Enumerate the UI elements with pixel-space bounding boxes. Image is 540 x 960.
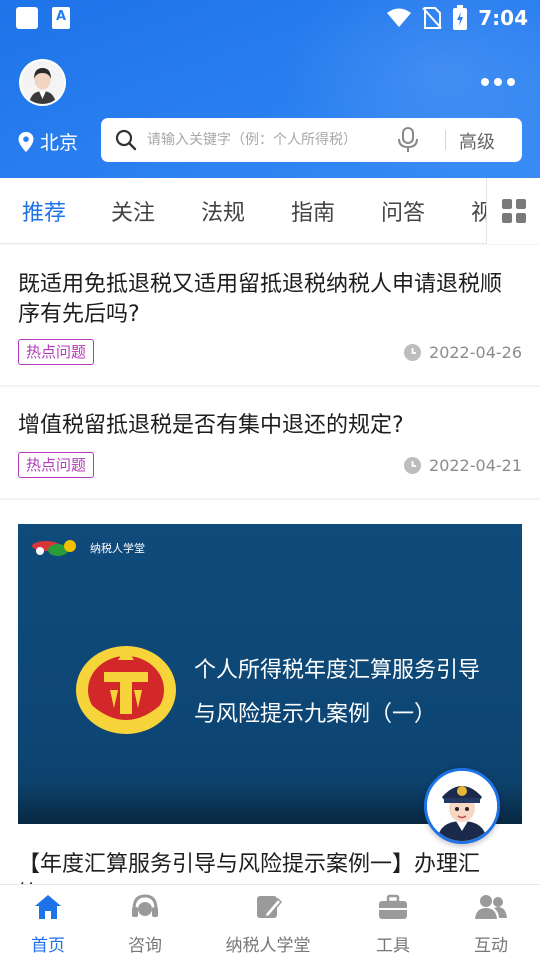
- tab-qa[interactable]: 问答: [381, 195, 425, 227]
- city-selector[interactable]: 北京: [18, 128, 78, 155]
- tab-guide[interactable]: 指南: [291, 195, 335, 227]
- date-text: 2022-04-26: [429, 343, 522, 362]
- brand-logo-icon: [32, 540, 76, 556]
- date-text: 2022-04-21: [429, 456, 522, 475]
- nav-tools-label: 工具: [376, 936, 410, 956]
- search-bar: 高级: [101, 118, 522, 162]
- hot-topic-tag: 热点问题: [18, 339, 95, 365]
- tab-video[interactable]: 视: [471, 195, 486, 227]
- hot-topic-tag: 热点问题: [18, 452, 95, 478]
- article-title[interactable]: 既适用免抵退税又适用留抵退税纳税人申请退税顺序有先后吗?: [18, 270, 522, 330]
- nav-interact-label: 互动: [474, 936, 508, 956]
- grid-icon: [501, 199, 526, 223]
- header: A 7:04 北京 请输入关键字（例：个人所得税） 高级: [0, 0, 540, 178]
- status-time: 7:04: [478, 6, 528, 30]
- more-options-button[interactable]: [478, 70, 518, 94]
- nav-tools[interactable]: 工具: [339, 891, 447, 956]
- list-item[interactable]: 既适用免抵退税又适用留抵退税纳税人申请退税顺序有先后吗? 热点问题 2022-0…: [0, 245, 540, 385]
- nav-home[interactable]: 首页: [0, 891, 102, 956]
- list-item[interactable]: 增值税留抵退税是否有集中退还的规定? 热点问题 2022-04-21: [0, 387, 540, 498]
- status-bar: A 7:04: [0, 0, 540, 36]
- wifi-icon: [387, 8, 412, 27]
- category-tabs: 推荐 关注 法规 指南 问答 视: [0, 178, 540, 244]
- tab-follow[interactable]: 关注: [111, 195, 155, 227]
- tab-recommend[interactable]: 推荐: [22, 195, 66, 227]
- slide-title-line2: 与风险提示九案例（一）: [194, 702, 437, 727]
- bottom-navigation: 首页 咨询 纳税人学堂 工具 互动: [0, 884, 540, 960]
- article-date: 2022-04-21: [404, 456, 522, 475]
- location-pin-icon: [18, 131, 34, 152]
- tab-regulations[interactable]: 法规: [201, 195, 245, 227]
- nav-home-label: 首页: [31, 936, 65, 956]
- tax-officer-avatar-icon: [427, 771, 497, 841]
- search-input[interactable]: [147, 132, 347, 148]
- article-date: 2022-04-26: [404, 343, 522, 362]
- user-avatar-icon: [21, 61, 64, 104]
- assistant-float-button[interactable]: [424, 768, 500, 844]
- edit-icon: [257, 896, 282, 919]
- tax-emblem-icon: [76, 646, 176, 734]
- clock-icon: [404, 457, 422, 474]
- battery-charging-icon: [453, 5, 468, 30]
- avatar[interactable]: [19, 59, 66, 106]
- notification-a-icon: A: [52, 7, 70, 29]
- microphone-icon[interactable]: [397, 127, 419, 153]
- nav-consult[interactable]: 咨询: [91, 891, 199, 956]
- brand-text: 纳税人学堂: [90, 542, 145, 555]
- article-title[interactable]: 增值税留抵退税是否有集中退还的规定?: [18, 411, 522, 441]
- nav-consult-label: 咨询: [128, 936, 162, 956]
- people-icon: [475, 895, 507, 919]
- toolbox-icon: [379, 894, 407, 919]
- advanced-search-button[interactable]: 高级: [459, 128, 495, 154]
- tab-grid-button[interactable]: [486, 178, 540, 244]
- nav-academy-label: 纳税人学堂: [225, 936, 311, 956]
- no-sim-icon: [422, 7, 442, 29]
- nav-academy[interactable]: 纳税人学堂: [214, 891, 322, 956]
- city-label: 北京: [40, 132, 79, 154]
- search-divider: [445, 130, 446, 150]
- slide-title-line1: 个人所得税年度汇算服务引导: [194, 658, 481, 683]
- nav-interact[interactable]: 互动: [437, 891, 540, 956]
- notification-app-icon: [16, 7, 38, 29]
- home-icon: [35, 895, 61, 919]
- search-icon: [115, 129, 137, 151]
- clock-icon: [404, 344, 422, 361]
- video-title[interactable]: 【年度汇算服务引导与风险提示案例一】办理汇算...: [18, 850, 522, 884]
- headset-icon: [132, 894, 158, 917]
